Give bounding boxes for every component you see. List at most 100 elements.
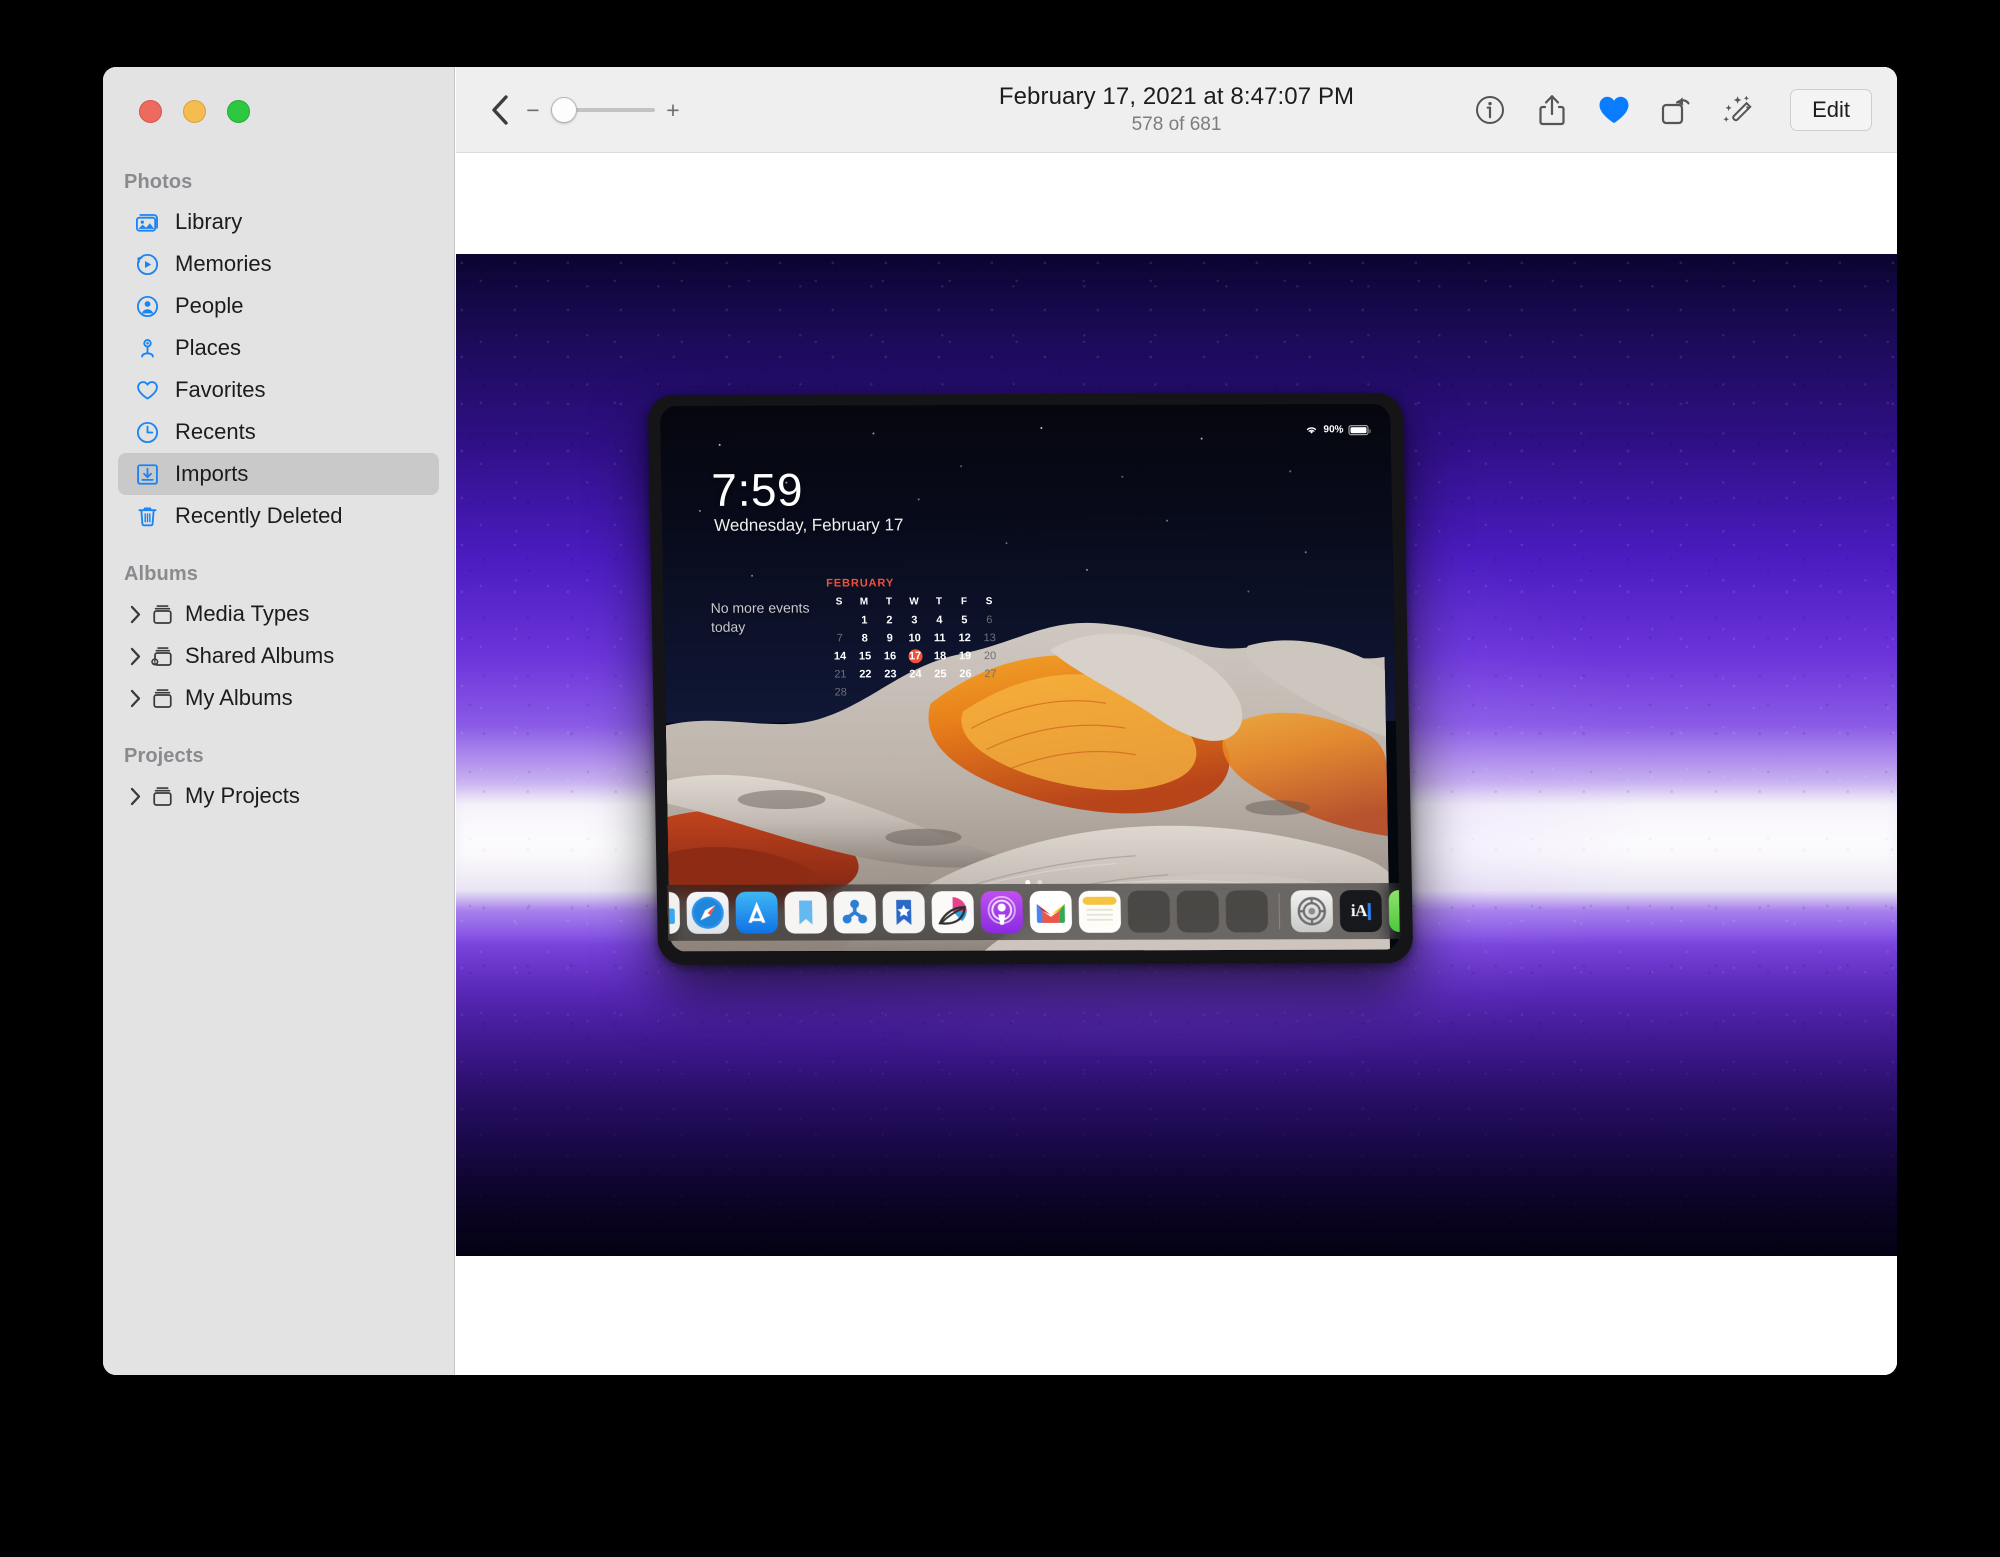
dock-separator — [1278, 893, 1280, 929]
back-button[interactable] — [483, 93, 517, 127]
edit-button[interactable]: Edit — [1790, 89, 1872, 131]
star — [1040, 427, 1042, 429]
calendar-weekday-header: F — [951, 595, 976, 609]
calendar-empty-cell — [928, 685, 953, 699]
sidebar-item-label: My Albums — [185, 685, 293, 711]
calendar-day-cell: 2 — [877, 613, 902, 627]
star — [1289, 470, 1291, 472]
album-icon — [150, 686, 175, 711]
album-icon — [150, 602, 175, 627]
chevron-right-icon[interactable] — [127, 646, 143, 666]
lockscreen-status-bar: 90% — [1304, 424, 1368, 435]
calendar-empty-cell — [903, 685, 928, 699]
star — [1006, 542, 1008, 544]
sidebar-item-places[interactable]: Places — [118, 327, 439, 369]
chevron-right-icon[interactable] — [127, 688, 143, 708]
chevron-right-icon[interactable] — [127, 786, 143, 806]
calendar-day-cell: 4 — [927, 613, 952, 627]
ipad-device: 7:59 Wednesday, February 17 No more even… — [648, 393, 1414, 965]
share-icon — [1536, 93, 1568, 127]
toolbar: − + February 17, 2021 at 8:47:07 PM 578 … — [456, 67, 1897, 153]
calendar-weekday-header: T — [926, 595, 951, 609]
sidebar-item-people[interactable]: People — [118, 285, 439, 327]
calendar-day-cell: 26 — [953, 667, 978, 681]
zoom-slider-knob[interactable] — [551, 97, 577, 123]
shared-album-icon — [150, 644, 175, 669]
sidebar-item-label: Recents — [175, 419, 256, 445]
battery-icon — [1348, 425, 1368, 435]
sidebar-item-memories[interactable]: Memories — [118, 243, 439, 285]
photo-stage: 7:59 Wednesday, February 17 No more even… — [456, 154, 1897, 1375]
calendar-weekday-header: M — [851, 595, 876, 609]
photo-image[interactable]: 7:59 Wednesday, February 17 No more even… — [456, 254, 1897, 1256]
calendar-day-cell: 25 — [928, 667, 953, 681]
calendar-day-cell: 12 — [952, 631, 977, 645]
notes-app-icon — [1078, 891, 1121, 933]
zoom-in-label[interactable]: + — [666, 99, 680, 122]
rotate-button[interactable] — [1658, 92, 1694, 128]
sidebar-item-label: Media Types — [185, 601, 309, 627]
heart-icon — [135, 378, 160, 403]
calendar-day-cell: 28 — [828, 685, 853, 699]
sidebar-group-albums: Albums Media Types Shared Albums My Albums — [103, 563, 454, 719]
calendar-day-cell: 22 — [853, 667, 878, 681]
calendar-weekday-header: W — [901, 595, 926, 609]
close-button[interactable] — [139, 100, 162, 123]
calendar-day-cell: 15 — [852, 649, 877, 663]
sidebar-item-my-projects[interactable]: My Projects — [118, 775, 439, 817]
sidebar-item-favorites[interactable]: Favorites — [118, 369, 439, 411]
favorite-button[interactable] — [1596, 92, 1632, 128]
calendar-weekday-header: S — [976, 595, 1001, 609]
info-button[interactable] — [1472, 92, 1508, 128]
toolbar-actions: Edit — [1472, 67, 1872, 153]
calendar-day-cell: 5 — [952, 613, 977, 627]
chevron-right-icon[interactable] — [127, 604, 143, 624]
sidebar-item-recently-deleted[interactable]: Recently Deleted — [118, 495, 439, 537]
sidebar-item-label: Library — [175, 209, 242, 235]
star — [1166, 519, 1168, 521]
clock-icon — [135, 420, 160, 445]
lockscreen-events-text: No more events today — [710, 599, 831, 637]
zoom-slider[interactable] — [551, 95, 655, 125]
calendar-day-cell: 8 — [852, 631, 877, 645]
sidebar-group-photos: Photos Library Memories People Places Favorit… — [103, 171, 454, 537]
info-icon — [1474, 94, 1506, 126]
zoom-button[interactable] — [227, 100, 250, 123]
ipad-dock: iA — [660, 883, 1400, 941]
sidebar-item-shared-albums[interactable]: Shared Albums — [118, 635, 439, 677]
app-stack-3-icon — [1225, 890, 1268, 932]
lockscreen-clock: 7:59 — [711, 463, 804, 517]
calendar-weekday-header: T — [876, 595, 901, 609]
sidebar-item-label: Recently Deleted — [175, 503, 343, 529]
calendar-day-cell: 14 — [827, 649, 852, 663]
app-store-icon — [735, 892, 778, 934]
calendar-empty-cell — [978, 685, 1003, 699]
sidebar-item-recents[interactable]: Recents — [118, 411, 439, 453]
calendar-empty-cell — [878, 685, 903, 699]
sidebar-group-projects: Projects My Projects — [103, 745, 454, 817]
sidebar-item-label: People — [175, 293, 244, 319]
calendar-weekday-header: S — [826, 595, 851, 609]
zoom-slider-track — [564, 108, 655, 112]
sidebar-section-title: Photos — [124, 171, 454, 194]
calendar-day-cell: 16 — [877, 649, 902, 663]
calendar-day-cell: 13 — [977, 631, 1002, 645]
star — [917, 498, 919, 500]
minimize-button[interactable] — [183, 100, 206, 123]
auto-enhance-button[interactable] — [1720, 92, 1756, 128]
battery-percent-label: 90% — [1323, 424, 1343, 435]
sidebar-item-imports[interactable]: Imports — [118, 453, 439, 495]
sidebar-item-media-types[interactable]: Media Types — [118, 593, 439, 635]
sidebar-item-library[interactable]: Library — [118, 201, 439, 243]
share-button[interactable] — [1534, 92, 1570, 128]
zoom-slider-control[interactable]: − + — [526, 95, 680, 125]
calendar-day-cell: 24 — [903, 667, 928, 681]
memories-icon — [135, 252, 160, 277]
star — [698, 510, 700, 512]
podcasts-app-icon — [980, 891, 1023, 933]
sidebar-item-my-albums[interactable]: My Albums — [118, 677, 439, 719]
zoom-out-label[interactable]: − — [526, 99, 540, 122]
sidebar-item-label: Places — [175, 335, 241, 361]
branch-app-icon — [833, 891, 876, 933]
star — [751, 575, 753, 577]
